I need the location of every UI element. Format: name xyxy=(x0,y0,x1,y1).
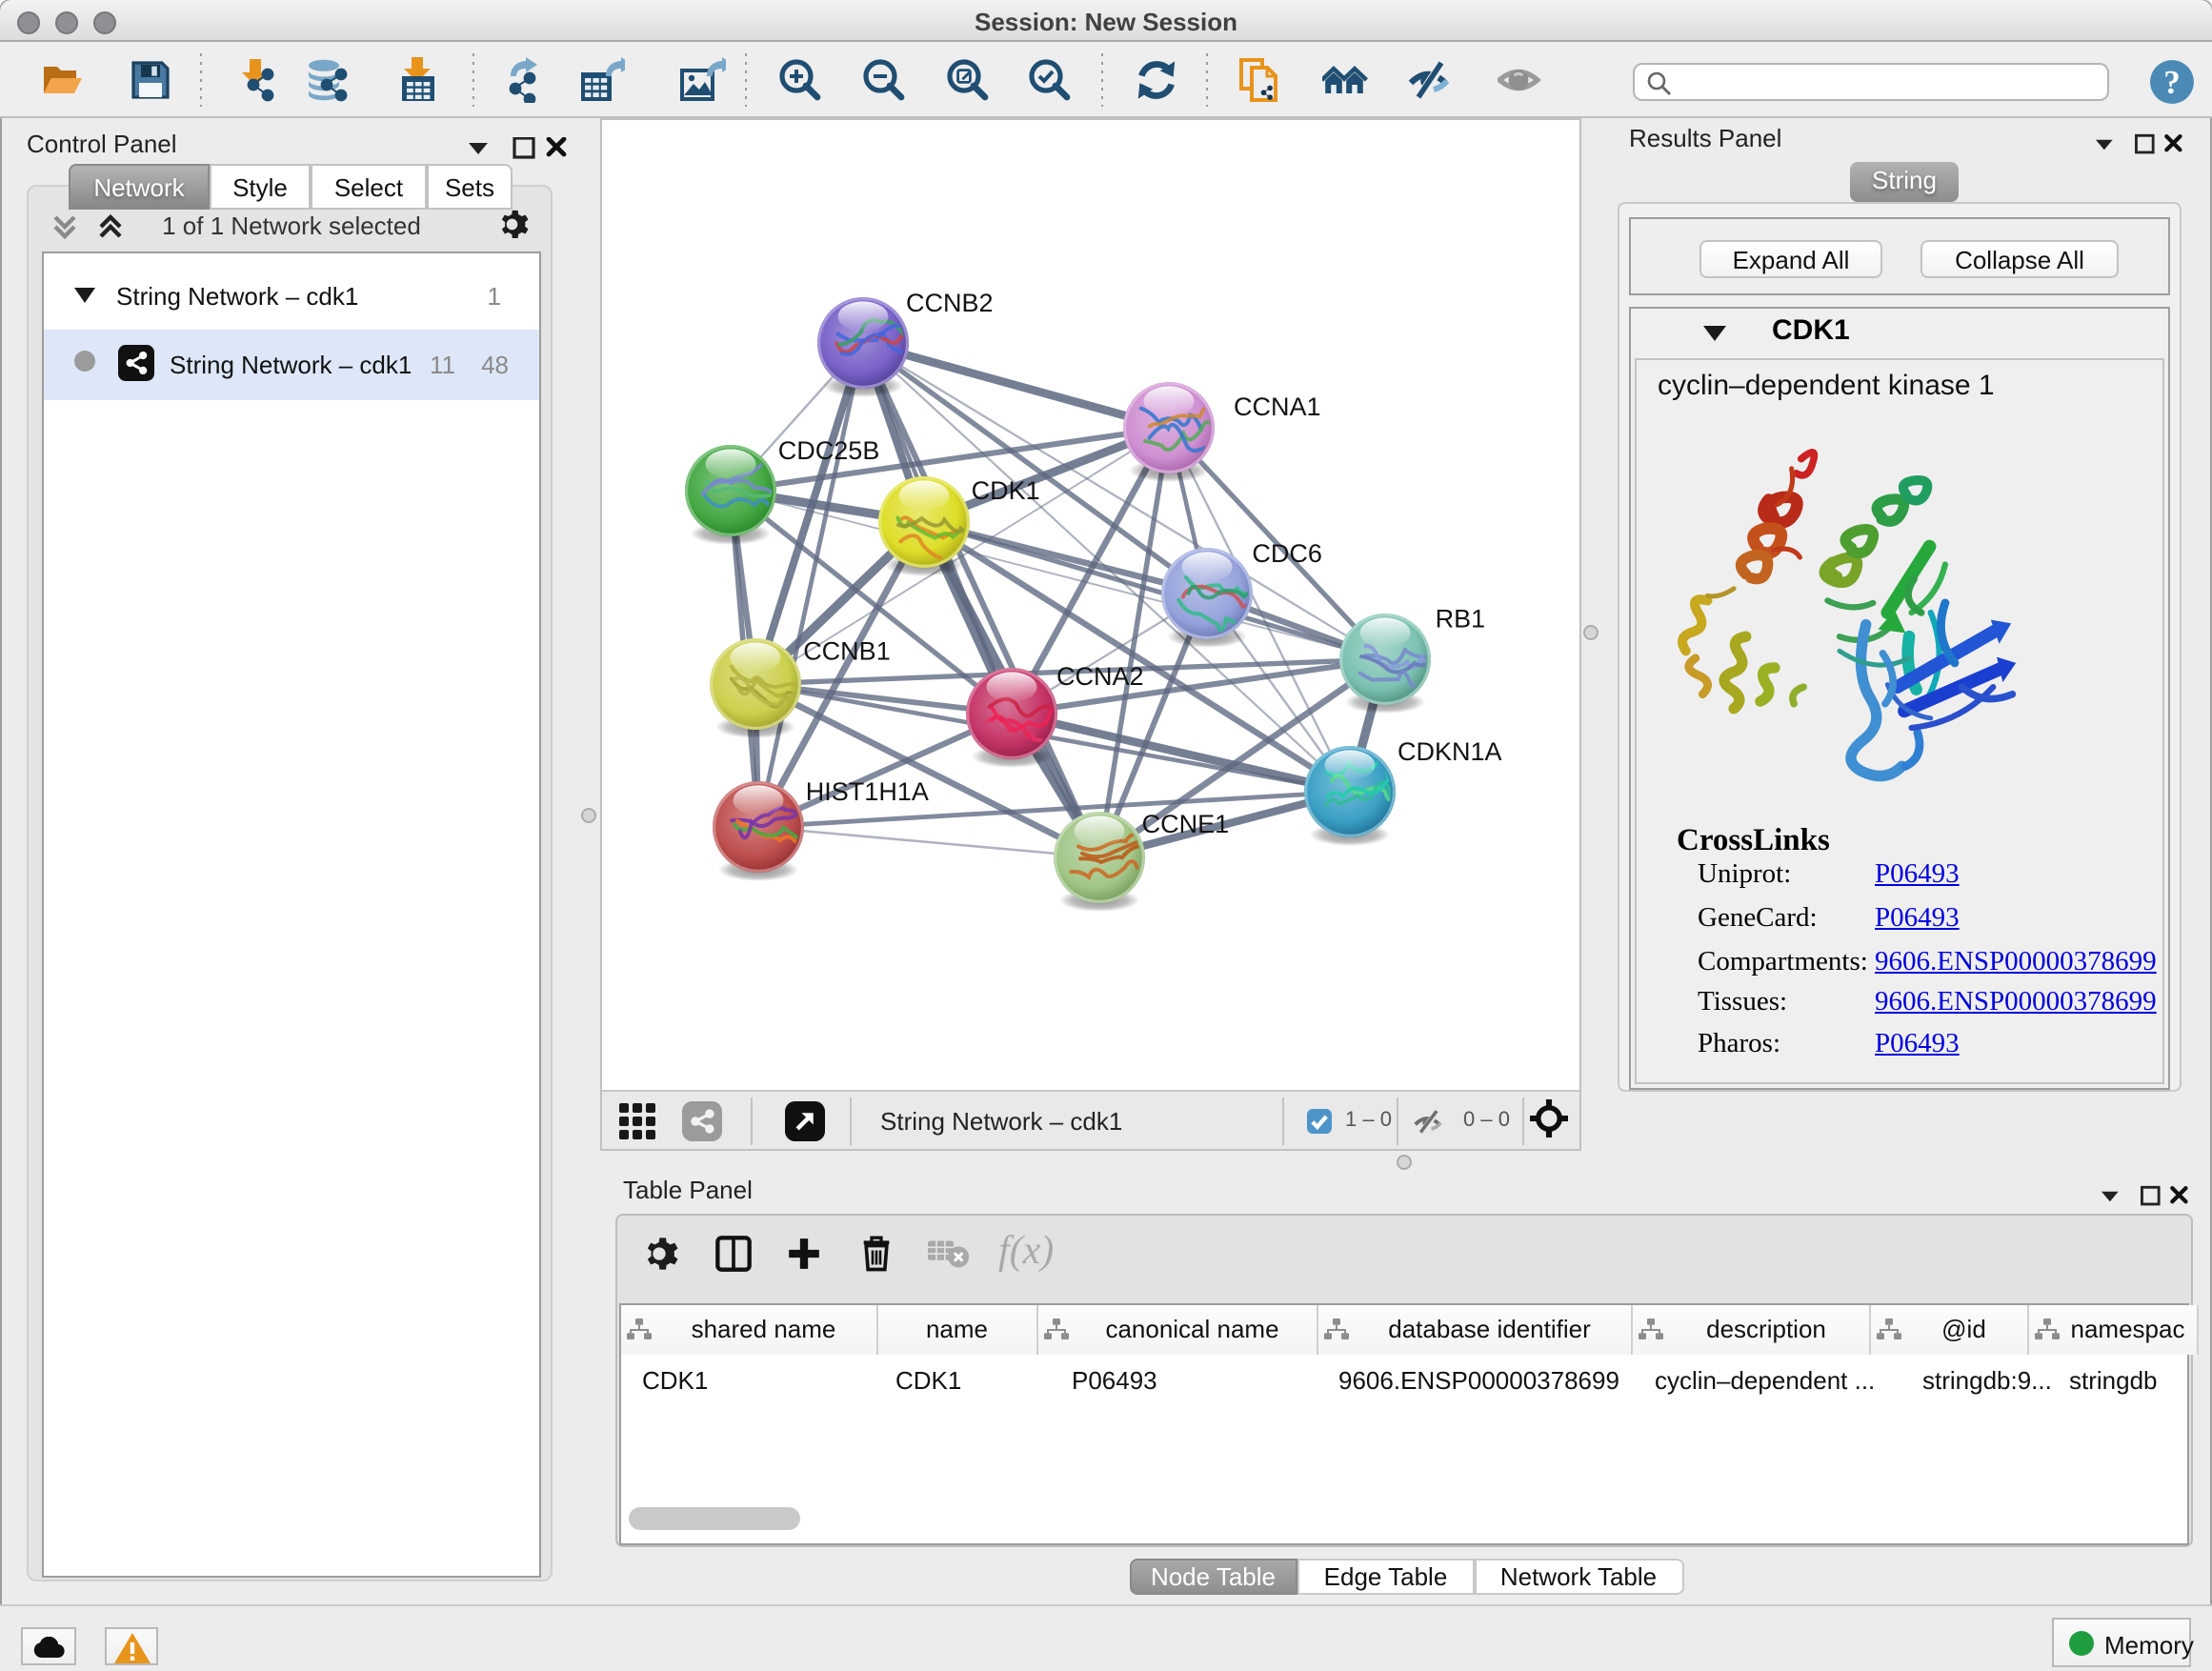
svg-text:CCNB1: CCNB1 xyxy=(803,637,891,666)
svg-text:CCNA1: CCNA1 xyxy=(1234,393,1321,421)
svg-text:RB1: RB1 xyxy=(1436,604,1486,633)
svg-text:CDKN1A: CDKN1A xyxy=(1398,737,1502,766)
svg-text:CDC25B: CDC25B xyxy=(778,436,880,465)
svg-text:CCNA2: CCNA2 xyxy=(1056,662,1144,691)
svg-text:CCNB2: CCNB2 xyxy=(906,289,994,317)
svg-text:HIST1H1A: HIST1H1A xyxy=(806,777,929,806)
svg-text:CCNE1: CCNE1 xyxy=(1142,810,1230,838)
svg-text:CDK1: CDK1 xyxy=(972,476,1040,505)
svg-text:CDC6: CDC6 xyxy=(1252,539,1322,568)
svg-text:?: ? xyxy=(2163,64,2180,101)
